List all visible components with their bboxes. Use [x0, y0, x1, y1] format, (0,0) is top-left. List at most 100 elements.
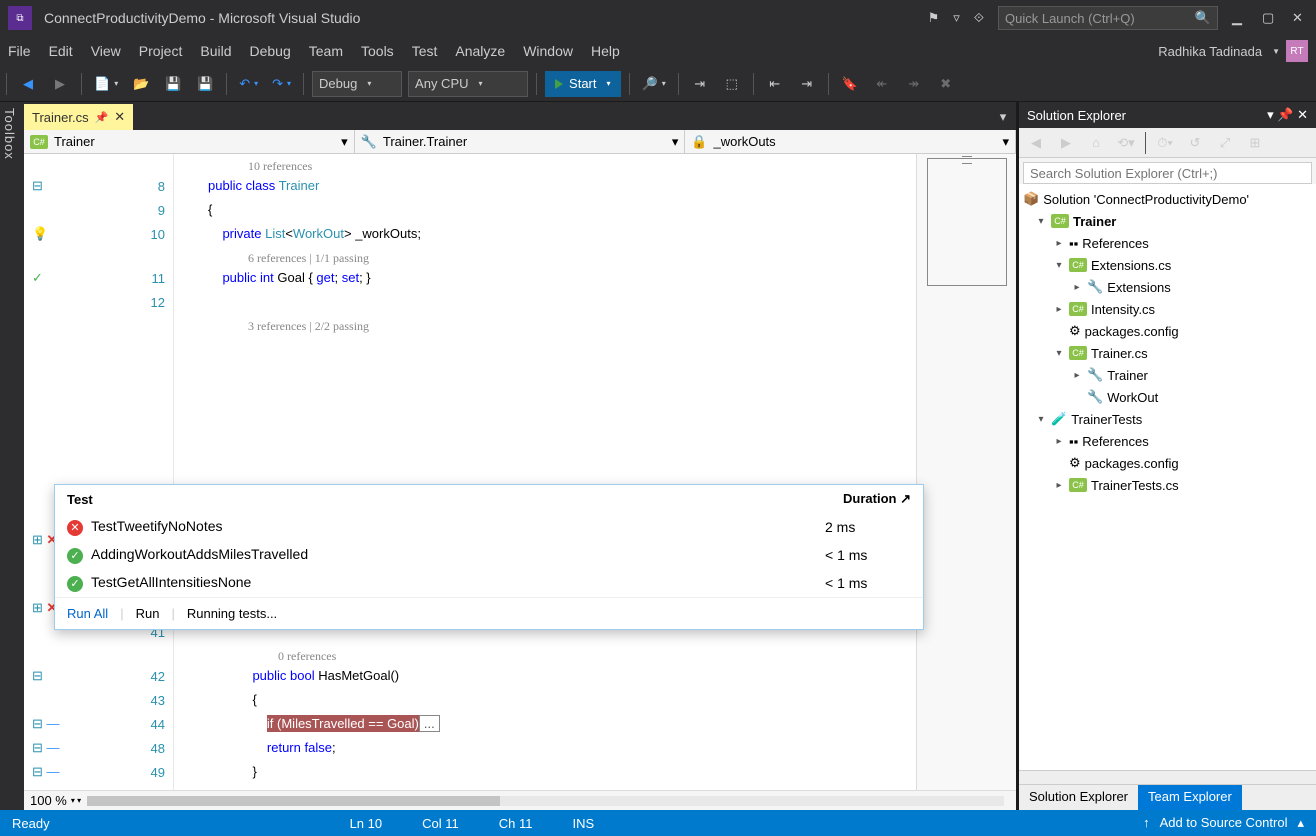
redo-button[interactable]: ↷▾	[268, 71, 295, 97]
solution-tree[interactable]: 📦Solution 'ConnectProductivityDemo' ▾C#T…	[1019, 184, 1316, 770]
user-menu-caret-icon[interactable]: ▼	[1272, 47, 1280, 56]
menu-test[interactable]: Test	[412, 43, 438, 59]
maximize-icon[interactable]: ▢	[1262, 10, 1278, 26]
indent-button[interactable]: ⇥	[794, 71, 820, 97]
run-all-link[interactable]: Run All	[67, 606, 108, 621]
bookmark-button[interactable]: 🔖	[837, 71, 863, 97]
test-row[interactable]: ✕TestTweetifyNoNotes2 ms	[55, 513, 923, 541]
tree-node[interactable]: ▸▪▪References	[1019, 232, 1316, 254]
menu-tools[interactable]: Tools	[361, 43, 394, 59]
se-showall-button[interactable]: ⊞	[1242, 130, 1268, 156]
nav-field-dropdown[interactable]: 🔒_workOuts▾	[685, 130, 1016, 153]
test-row[interactable]: ✓TestGetAllIntensitiesNone< 1 ms	[55, 569, 923, 597]
tab-team-explorer[interactable]: Team Explorer	[1138, 785, 1242, 810]
status-source-control[interactable]: Add to Source Control	[1160, 815, 1288, 831]
feedback-icon[interactable]: ▿	[953, 10, 960, 26]
flag-icon[interactable]: ⚑	[928, 10, 940, 26]
test-row[interactable]: ✓AddingWorkoutAddsMilesTravelled< 1 ms	[55, 541, 923, 569]
menu-project[interactable]: Project	[139, 43, 183, 59]
pin-icon[interactable]: 📌	[95, 111, 109, 124]
platform-dropdown[interactable]: Any CPU▾	[408, 71, 528, 97]
se-back-button[interactable]: ◀	[1023, 130, 1049, 156]
menu-team[interactable]: Team	[309, 43, 343, 59]
se-refresh-button[interactable]: ↺	[1182, 130, 1208, 156]
nav-back-button[interactable]: ◀	[15, 71, 41, 97]
find-button[interactable]: 🔎▾	[638, 71, 670, 97]
step-over-button[interactable]: ⬚	[719, 71, 745, 97]
user-avatar[interactable]: RT	[1286, 40, 1308, 62]
save-all-button[interactable]: 💾	[192, 71, 218, 97]
status-ch: Ch 11	[499, 816, 533, 831]
tree-node[interactable]: ⚙packages.config	[1019, 320, 1316, 342]
menu-debug[interactable]: Debug	[250, 43, 291, 59]
nav-class-dropdown[interactable]: C#Trainer▾	[24, 130, 355, 153]
panel-pin-icon[interactable]: 📌	[1277, 107, 1293, 122]
status-line: Ln 10	[350, 816, 383, 831]
test-status-text: Running tests...	[187, 606, 277, 621]
tab-trainer-cs[interactable]: Trainer.cs 📌 ✕	[24, 104, 133, 130]
user-name[interactable]: Radhika Tadinada	[1158, 44, 1262, 59]
tree-node[interactable]: ▾C#Trainer	[1019, 210, 1316, 232]
code-editor[interactable]: 10 referencespublic class Trainer{ priva…	[174, 154, 916, 790]
horizontal-scrollbar[interactable]	[87, 796, 1004, 806]
document-tabs: Trainer.cs 📌 ✕ ▾	[24, 102, 1016, 130]
tree-node[interactable]: ▾C#Extensions.cs	[1019, 254, 1316, 276]
minimize-icon[interactable]: ▁	[1232, 10, 1248, 26]
zoom-level[interactable]: 100 %	[30, 793, 67, 808]
tree-node[interactable]: ▸🔧Extensions	[1019, 276, 1316, 298]
outdent-button[interactable]: ⇤	[762, 71, 788, 97]
status-publish-icon[interactable]: ↑	[1143, 815, 1150, 831]
start-button[interactable]: Start▾	[545, 71, 620, 97]
menu-edit[interactable]: Edit	[49, 43, 73, 59]
se-home-button[interactable]: ⌂	[1083, 130, 1109, 156]
tree-node[interactable]: ▸C#Intensity.cs	[1019, 298, 1316, 320]
tree-node[interactable]: ▸▪▪References	[1019, 430, 1316, 452]
menu-build[interactable]: Build	[200, 43, 231, 59]
se-forward-button[interactable]: ▶	[1053, 130, 1079, 156]
tab-overflow-icon[interactable]: ▾	[990, 104, 1016, 130]
search-icon: 🔍	[1195, 10, 1211, 26]
undo-button[interactable]: ↶▾	[235, 71, 262, 97]
test-results-popup: TestDuration ↗ ✕TestTweetifyNoNotes2 ms✓…	[54, 484, 924, 630]
tree-node[interactable]: 🔧WorkOut	[1019, 386, 1316, 408]
tab-label: Trainer.cs	[32, 110, 89, 125]
menu-view[interactable]: View	[91, 43, 121, 59]
clear-bookmarks-button[interactable]: ✖	[933, 71, 959, 97]
save-button[interactable]: 💾	[160, 71, 186, 97]
toolbox-panel-tab[interactable]: Toolbox	[0, 102, 24, 810]
menu-window[interactable]: Window	[523, 43, 573, 59]
nav-forward-button[interactable]: ▶	[47, 71, 73, 97]
popout-icon[interactable]: ↗	[900, 491, 911, 506]
tree-node[interactable]: ▾C#Trainer.cs	[1019, 342, 1316, 364]
quick-launch-input[interactable]: Quick Launch (Ctrl+Q)🔍	[998, 6, 1218, 30]
new-project-button[interactable]: 📄▾	[90, 71, 122, 97]
se-history-button[interactable]: ⏱▾	[1152, 130, 1178, 156]
panel-close-icon[interactable]: ✕	[1297, 107, 1308, 122]
se-sync-button[interactable]: ⟲▾	[1113, 130, 1139, 156]
close-tab-icon[interactable]: ✕	[114, 109, 125, 125]
app-sync-icon[interactable]: ⟐	[974, 10, 984, 26]
tree-node[interactable]: ▾🧪TrainerTests	[1019, 408, 1316, 430]
config-dropdown[interactable]: Debug▾	[312, 71, 402, 97]
nav-method-dropdown[interactable]: 🔧Trainer.Trainer▾	[355, 130, 686, 153]
run-link[interactable]: Run	[136, 606, 160, 621]
se-collapse-button[interactable]: ⤢	[1212, 130, 1238, 156]
menu-analyze[interactable]: Analyze	[455, 43, 505, 59]
next-bookmark-button[interactable]: ↠	[901, 71, 927, 97]
solution-scrollbar[interactable]	[1019, 770, 1316, 784]
status-ins: INS	[572, 816, 594, 831]
tab-solution-explorer[interactable]: Solution Explorer	[1019, 785, 1138, 810]
open-file-button[interactable]: 📂	[128, 71, 154, 97]
tree-node[interactable]: ▸C#TrainerTests.cs	[1019, 474, 1316, 496]
step-into-button[interactable]: ⇥	[687, 71, 713, 97]
menu-help[interactable]: Help	[591, 43, 620, 59]
tree-node[interactable]: ▸🔧Trainer	[1019, 364, 1316, 386]
prev-bookmark-button[interactable]: ↞	[869, 71, 895, 97]
tree-node[interactable]: ⚙packages.config	[1019, 452, 1316, 474]
close-icon[interactable]: ✕	[1292, 10, 1308, 26]
code-minimap[interactable]	[916, 154, 1016, 790]
solution-search-input[interactable]	[1023, 162, 1312, 184]
menu-file[interactable]: File	[8, 43, 31, 59]
solution-root[interactable]: 📦Solution 'ConnectProductivityDemo'	[1019, 188, 1316, 210]
panel-dropdown-icon[interactable]: ▾	[1267, 107, 1274, 122]
